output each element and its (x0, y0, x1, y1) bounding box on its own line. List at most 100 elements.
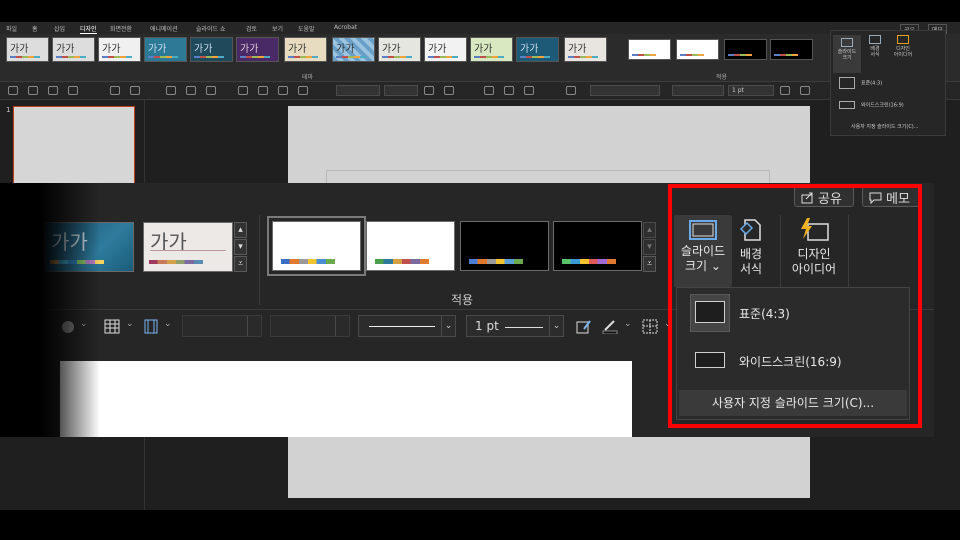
design-ideas-button[interactable]: 디자인 아이디어 (786, 215, 842, 277)
slide-number: 1 (6, 106, 11, 114)
toolbar-icon[interactable] (504, 86, 514, 95)
standard-size-option-small[interactable]: 표준(4:3) (839, 77, 882, 89)
chevron-down-icon[interactable]: ▾ (234, 239, 247, 255)
chevron-up-icon[interactable]: ▴ (234, 222, 247, 238)
borders-icon[interactable] (642, 319, 658, 334)
variant-thumb[interactable] (366, 221, 455, 271)
variant-thumb[interactable] (724, 39, 767, 60)
format-background-button-small[interactable]: 배경 서식 (865, 35, 885, 58)
share-button[interactable]: 공유 (794, 185, 854, 207)
toolbar-field[interactable] (384, 85, 418, 96)
table-icon[interactable] (104, 319, 120, 334)
chevron-up-icon[interactable]: ▴ (643, 222, 656, 238)
pen-color-icon[interactable] (602, 319, 618, 334)
pen-table-icon[interactable] (576, 319, 592, 334)
custom-slide-size-option[interactable]: 사용자 지정 슬라이드 크기(C)... (679, 390, 907, 416)
toolbar-icon[interactable] (484, 86, 494, 95)
standard-size-option[interactable]: 표준(4:3) (677, 291, 909, 335)
column-icon[interactable] (143, 319, 159, 334)
toolbar-icon[interactable] (110, 86, 120, 95)
memo-button[interactable]: 메모 (862, 185, 922, 207)
theme-thumb[interactable]: 가가 (332, 37, 375, 62)
toolbar-icon[interactable] (566, 86, 576, 95)
group-divider (848, 215, 849, 287)
slide-size-button-small[interactable]: 슬라이드 크기 (833, 35, 861, 73)
variant-thumb[interactable] (676, 39, 719, 60)
tab-view[interactable]: 보기 (272, 24, 283, 33)
toolbar-icon[interactable] (8, 86, 18, 95)
chevron-down-icon[interactable]: ⌄ (126, 319, 134, 329)
tab-slideshow[interactable]: 슬라이드 쇼 (196, 24, 226, 33)
line-weight-field[interactable]: 1 pt (728, 85, 774, 96)
theme-thumb[interactable]: 가가 (6, 37, 49, 62)
variant-thumb[interactable] (267, 216, 366, 276)
theme-thumb[interactable]: 가가 (236, 37, 279, 62)
widescreen-size-option[interactable]: 와이드스크린(16:9) (677, 338, 909, 382)
theme-thumb[interactable]: 가가 (52, 37, 95, 62)
toolbar-icon[interactable] (48, 86, 58, 95)
more-variants-icon[interactable]: ⩡ (643, 256, 656, 272)
chevron-down-icon[interactable]: ⌄ (624, 319, 632, 329)
toolbar-icon[interactable] (166, 86, 176, 95)
format-background-button[interactable]: 배경 서식 (734, 215, 768, 277)
theme-thumb[interactable]: 가가 (144, 37, 187, 62)
toolbar-icon[interactable] (186, 86, 196, 95)
tab-acrobat[interactable]: Acrobat (334, 24, 357, 31)
tab-insert[interactable]: 삽입 (54, 24, 65, 33)
toolbar-icon[interactable] (444, 86, 454, 95)
theme-thumb[interactable]: 가가 (564, 37, 607, 62)
slide-canvas-zoomed[interactable] (60, 361, 632, 437)
tab-review[interactable]: 검토 (246, 24, 257, 33)
group-divider (780, 215, 781, 287)
tab-help[interactable]: 도움말 (298, 24, 315, 33)
theme-thumb[interactable]: 가가 (284, 37, 327, 62)
toolbar-icon[interactable] (130, 86, 140, 95)
theme-thumb[interactable]: 가가 (424, 37, 467, 62)
line-style-field[interactable] (672, 85, 724, 96)
tab-file[interactable]: 파일 (6, 24, 17, 33)
theme-thumb[interactable]: 가가 (44, 222, 134, 272)
theme-thumb[interactable]: 가가 (516, 37, 559, 62)
toolbar-icon[interactable] (278, 86, 288, 95)
toolbar-icon[interactable] (524, 86, 534, 95)
toolbar-icon[interactable] (780, 86, 790, 95)
theme-thumb[interactable]: 가가 (470, 37, 513, 62)
tab-transitions[interactable]: 화면전환 (110, 24, 132, 33)
widescreen-option-small[interactable]: 와이드스크린(16:9) (839, 101, 904, 109)
shape-fill-icon[interactable] (60, 319, 76, 334)
toolbar-icon[interactable] (68, 86, 78, 95)
toolbar-icon[interactable] (238, 86, 248, 95)
toolbar-field[interactable] (590, 85, 660, 96)
variant-thumb[interactable] (553, 221, 642, 271)
more-themes-icon[interactable]: ⩡ (234, 256, 247, 272)
chevron-down-icon[interactable]: ▾ (643, 239, 656, 255)
tab-design[interactable]: 디자인 (80, 24, 97, 34)
line-style-dropdown[interactable]: ⌄ (358, 315, 456, 337)
theme-thumb[interactable]: 가가 (98, 37, 141, 62)
chevron-down-icon[interactable]: ⌄ (80, 319, 88, 329)
toolbar-field[interactable] (336, 85, 380, 96)
line-weight-dropdown[interactable]: 1 pt ⌄ (466, 315, 564, 337)
toolbar-icon[interactable] (800, 86, 810, 95)
toolbar-icon[interactable] (258, 86, 268, 95)
variant-thumb[interactable] (628, 39, 671, 60)
chevron-right-icon[interactable]: › (918, 319, 922, 329)
variant-thumb[interactable] (460, 221, 549, 271)
chevron-down-icon[interactable]: ⌄ (664, 319, 672, 329)
custom-size-option-small[interactable]: 사용자 지정 슬라이드 크기(C)... (851, 123, 919, 130)
tab-animations[interactable]: 애니메이션 (150, 24, 178, 33)
theme-thumb[interactable]: 가가 (378, 37, 421, 62)
toolbar-icon[interactable] (28, 86, 38, 95)
design-ideas-button-small[interactable]: 디자인 아이디어 (889, 35, 917, 58)
toolbar-icon[interactable] (424, 86, 434, 95)
toolbar-icon[interactable] (298, 86, 308, 95)
slide-size-button[interactable]: 슬라이드 크기 ⌄ (674, 215, 732, 287)
variant-thumb[interactable] (770, 39, 813, 60)
chevron-down-icon[interactable]: ⌄ (164, 319, 172, 329)
theme-thumb[interactable]: 가가 (190, 37, 233, 62)
toolbar-icon[interactable] (206, 86, 216, 95)
theme-thumb[interactable]: 가가 (143, 222, 233, 272)
tab-home[interactable]: 홈 (32, 24, 38, 33)
share-icon (801, 192, 813, 204)
slide-thumbnail[interactable] (13, 106, 135, 188)
